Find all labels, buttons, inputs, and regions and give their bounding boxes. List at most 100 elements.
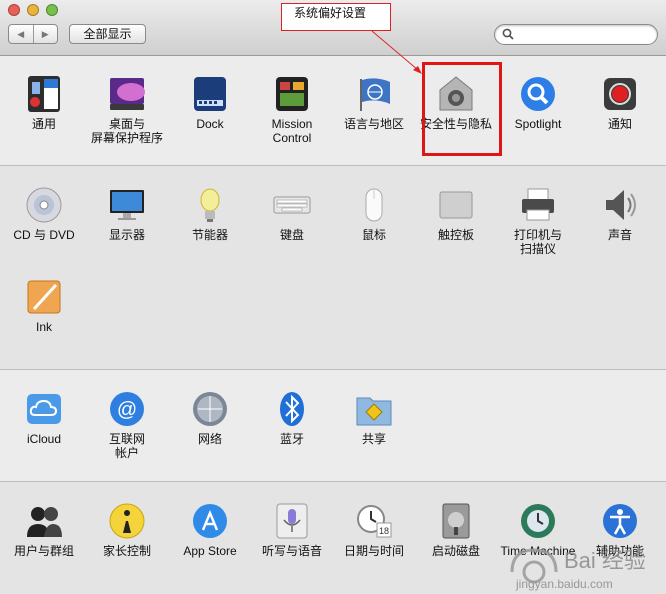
pref-pane-time-machine[interactable]: Time Machine xyxy=(497,501,579,558)
pref-pane-accessibility[interactable]: 辅助功能 xyxy=(579,501,661,558)
pref-pane-label: Dock xyxy=(196,117,224,131)
pref-pane-label: 通用 xyxy=(31,117,56,131)
pref-pane-app-store[interactable]: App Store xyxy=(169,501,251,558)
pref-pane-label: 鼠标 xyxy=(361,228,386,242)
pref-pane-desktop[interactable]: 桌面与 屏幕保护程序 xyxy=(86,74,168,145)
pref-pane-dictation[interactable]: 听写与语音 xyxy=(251,501,333,558)
startup-disk-icon xyxy=(436,501,476,541)
pref-pane-label: 网络 xyxy=(197,432,222,446)
mouse-icon xyxy=(354,185,394,225)
energy-saver-icon xyxy=(190,185,230,225)
pref-pane-printer[interactable]: 打印机与 扫描仪 xyxy=(497,185,579,256)
pref-pane-mission-control[interactable]: Mission Control xyxy=(251,74,333,145)
pref-pane-display[interactable]: 显示器 xyxy=(86,185,168,242)
search-input[interactable] xyxy=(517,26,651,44)
chevron-right-icon: ▶ xyxy=(41,28,49,39)
chevron-left-icon: ◀ xyxy=(17,28,25,39)
pref-pane-sound[interactable]: 声音 xyxy=(579,185,661,242)
parental-controls-icon xyxy=(107,501,147,541)
pref-pane-label: iCloud xyxy=(26,432,62,446)
internet-accounts-icon: @ xyxy=(107,389,147,429)
users-groups-icon xyxy=(24,501,64,541)
system-preferences-window: ◀ ▶ 全部显示 通用 桌面与 屏幕保护程序 Dock Mission Control… xyxy=(0,0,666,594)
pref-pane-startup-disk[interactable]: 启动磁盘 xyxy=(415,501,497,558)
pref-pane-label: 日期与时间 xyxy=(343,544,404,558)
display-icon xyxy=(107,185,147,225)
pref-pane-label: 家长控制 xyxy=(102,544,151,558)
pref-pane-label: 桌面与 屏幕保护程序 xyxy=(90,117,163,145)
pref-pane-label: 用户与群组 xyxy=(13,544,74,558)
search-icon xyxy=(502,28,514,40)
annotation-label: 系统偏好设置 xyxy=(281,3,391,31)
pref-pane-keyboard[interactable]: 键盘 xyxy=(251,185,333,242)
search-field[interactable] xyxy=(494,24,658,45)
notifications-icon xyxy=(600,74,640,114)
desktop-icon xyxy=(107,74,147,114)
pref-pane-label: 键盘 xyxy=(279,228,304,242)
mission-control-icon xyxy=(272,74,312,114)
pref-pane-internet-accounts[interactable]: @ 互联网 帐户 xyxy=(86,389,168,460)
network-icon xyxy=(190,389,230,429)
time-machine-icon xyxy=(518,501,558,541)
pref-pane-label: 辅助功能 xyxy=(595,544,644,558)
icloud-icon xyxy=(24,389,64,429)
dock-icon xyxy=(190,74,230,114)
zoom-window-button[interactable] xyxy=(46,4,58,16)
ink-icon xyxy=(24,277,64,317)
pref-pane-users-groups[interactable]: 用户与群组 xyxy=(3,501,85,558)
pref-pane-energy-saver[interactable]: 节能器 xyxy=(169,185,251,242)
pref-pane-date-time[interactable]: 18 日期与时间 xyxy=(333,501,415,558)
pref-pane-label: 通知 xyxy=(607,117,632,131)
cd-dvd-icon xyxy=(24,185,64,225)
pref-pane-label: 触控板 xyxy=(437,228,474,242)
pref-pane-label: Spotlight xyxy=(514,117,562,131)
pref-pane-label: 打印机与 扫描仪 xyxy=(513,228,562,256)
pref-pane-label: 显示器 xyxy=(108,228,145,242)
pref-pane-cd-dvd[interactable]: CD 与 DVD xyxy=(3,185,85,242)
pref-pane-trackpad[interactable]: 触控板 xyxy=(415,185,497,242)
trackpad-icon xyxy=(436,185,476,225)
pref-pane-label: 共享 xyxy=(361,432,386,446)
pref-pane-label: 语言与地区 xyxy=(343,117,404,131)
back-forward-control: ◀ ▶ xyxy=(8,24,58,44)
pref-pane-label: 蓝牙 xyxy=(279,432,304,446)
pref-pane-label: 节能器 xyxy=(191,228,228,242)
spotlight-icon xyxy=(518,74,558,114)
pref-pane-language-region[interactable]: 语言与地区 xyxy=(333,74,415,131)
printer-icon xyxy=(518,185,558,225)
pref-pane-general[interactable]: 通用 xyxy=(3,74,85,131)
pref-pane-network[interactable]: 网络 xyxy=(169,389,251,446)
pref-pane-sharing[interactable]: 共享 xyxy=(333,389,415,446)
pref-pane-ink[interactable]: Ink xyxy=(3,277,85,334)
sharing-icon xyxy=(354,389,394,429)
pref-pane-label: App Store xyxy=(183,544,237,558)
pref-pane-dock[interactable]: Dock xyxy=(169,74,251,131)
pref-pane-label: Time Machine xyxy=(500,544,576,558)
close-window-button[interactable] xyxy=(8,4,20,16)
dictation-icon xyxy=(272,501,312,541)
pref-pane-label: 听写与语音 xyxy=(261,544,322,558)
svg-text:18: 18 xyxy=(379,526,389,536)
svg-text:@: @ xyxy=(117,399,137,421)
general-icon xyxy=(24,74,64,114)
pref-pane-icloud[interactable]: iCloud xyxy=(3,389,85,446)
pref-pane-label: 声音 xyxy=(607,228,632,242)
bluetooth-icon xyxy=(272,389,312,429)
keyboard-icon xyxy=(272,185,312,225)
highlight-box xyxy=(422,62,502,156)
pref-pane-bluetooth[interactable]: 蓝牙 xyxy=(251,389,333,446)
pref-pane-label: Mission Control xyxy=(271,117,313,145)
pref-pane-spotlight[interactable]: Spotlight xyxy=(497,74,579,131)
minimize-window-button[interactable] xyxy=(27,4,39,16)
pref-pane-label: CD 与 DVD xyxy=(13,228,75,242)
back-button[interactable]: ◀ xyxy=(9,25,33,43)
pref-pane-mouse[interactable]: 鼠标 xyxy=(333,185,415,242)
pref-pane-label: 启动磁盘 xyxy=(431,544,480,558)
show-all-button[interactable]: 全部显示 xyxy=(69,24,146,44)
pref-pane-parental-controls[interactable]: 家长控制 xyxy=(86,501,168,558)
accessibility-icon xyxy=(600,501,640,541)
app-store-icon xyxy=(190,501,230,541)
sound-icon xyxy=(600,185,640,225)
pref-pane-notifications[interactable]: 通知 xyxy=(579,74,661,131)
forward-button[interactable]: ▶ xyxy=(32,25,58,43)
